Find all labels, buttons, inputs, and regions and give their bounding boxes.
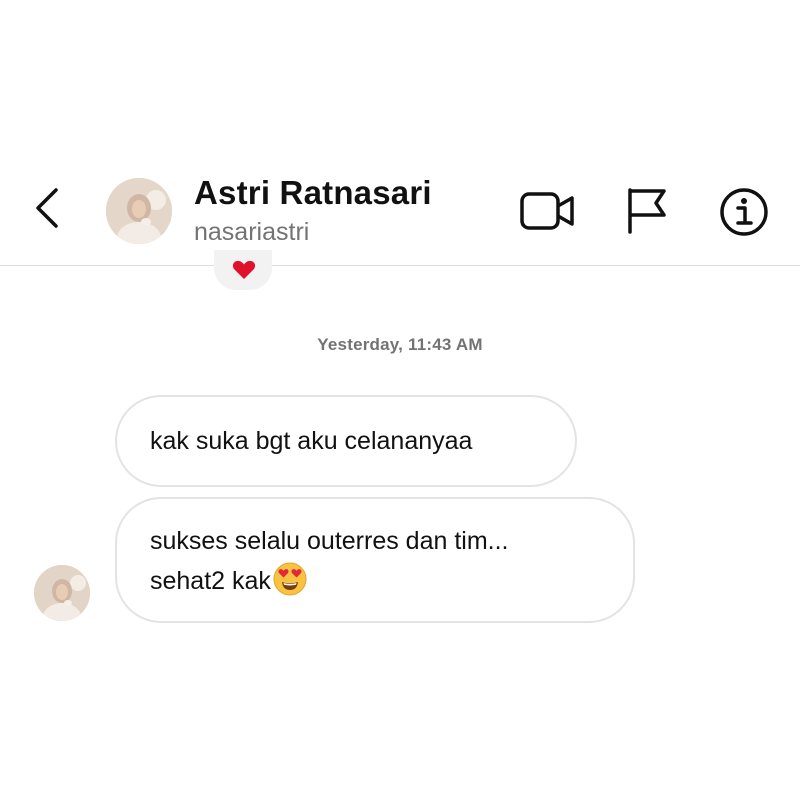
- received-message-bubble[interactable]: sukses selalu outerres dan tim... sehat2…: [115, 497, 635, 623]
- message-timestamp: Yesterday, 11:43 AM: [317, 335, 483, 354]
- avatar[interactable]: [106, 178, 172, 244]
- message-text: kak suka bgt aku celananyaa: [150, 427, 473, 455]
- sender-avatar[interactable]: [34, 565, 90, 621]
- received-message-bubble[interactable]: kak suka bgt aku celananyaa: [115, 395, 577, 487]
- chevron-left-icon: [36, 188, 58, 228]
- profile-photo: [106, 178, 172, 244]
- message-reaction[interactable]: [214, 250, 272, 290]
- profile-photo: [34, 565, 90, 621]
- chat-header: Astri Ratnasari nasariastri: [0, 150, 800, 266]
- flag-icon: [628, 188, 666, 234]
- message-text: sehat2 kak: [150, 567, 271, 595]
- contact-username[interactable]: nasariastri: [194, 218, 309, 247]
- video-camera-icon: [520, 192, 574, 230]
- message-text: sukses selalu outerres dan tim...: [150, 527, 509, 555]
- contact-name[interactable]: Astri Ratnasari: [194, 174, 432, 212]
- back-button[interactable]: [30, 186, 66, 230]
- info-button[interactable]: [718, 186, 770, 238]
- direct-message-screen: Astri Ratnasari nasariastri Yesterday, 1…: [0, 0, 800, 800]
- heart-eyes-emoji-icon: [273, 562, 307, 596]
- heart-icon: [232, 260, 256, 279]
- report-button[interactable]: [624, 186, 670, 234]
- info-icon: [720, 188, 768, 236]
- video-call-button[interactable]: [518, 188, 578, 234]
